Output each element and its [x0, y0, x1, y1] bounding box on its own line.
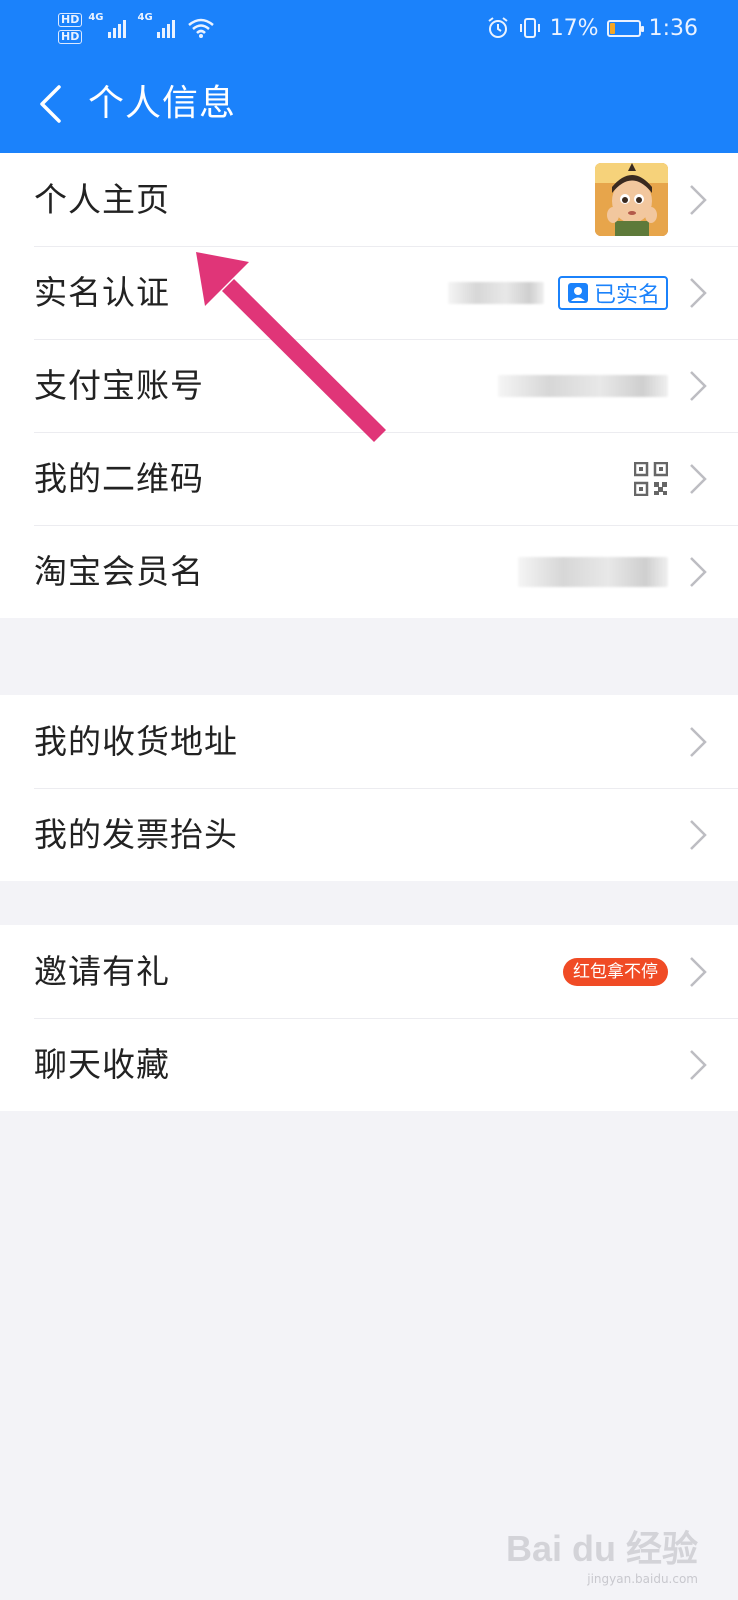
- settings-group-shopping: 我的收货地址 我的发票抬头: [0, 695, 738, 881]
- app-header: HD HD 4G 4G 17% 1:36 个人信息: [0, 0, 738, 153]
- menu-item-real-name[interactable]: 实名认证 已实名: [0, 246, 738, 339]
- menu-item-label: 邀请有礼: [34, 952, 170, 991]
- verified-badge-label: 已实名: [593, 282, 660, 308]
- menu-item-taobao-member-name[interactable]: 淘宝会员名: [0, 525, 738, 618]
- chevron-left-icon: [40, 85, 61, 123]
- chevron-right-icon: [690, 820, 707, 850]
- chevron-right-icon: [690, 557, 707, 587]
- redacted-value: [498, 374, 668, 397]
- menu-item-label: 我的发票抬头: [34, 815, 238, 854]
- avatar: [595, 163, 668, 236]
- chevron-right-icon: [690, 278, 707, 308]
- network-type: 4G: [88, 12, 104, 23]
- verified-user-icon: [567, 282, 588, 303]
- network-type: 4G: [137, 12, 153, 23]
- nav-bar: 个人信息: [0, 66, 738, 142]
- menu-item-label: 实名认证: [34, 273, 170, 312]
- qr-code-icon: [634, 461, 668, 496]
- menu-item-alipay-account[interactable]: 支付宝账号: [0, 339, 738, 432]
- chevron-right-icon: [690, 1050, 707, 1080]
- status-left: HD HD 4G 4G: [58, 10, 215, 46]
- battery-percent: 17%: [549, 15, 599, 41]
- chevron-right-icon: [690, 185, 707, 215]
- menu-item-chat-favorites[interactable]: 聊天收藏: [0, 1018, 738, 1111]
- back-button[interactable]: [30, 80, 70, 128]
- menu-item-shipping-address[interactable]: 我的收货地址: [0, 695, 738, 788]
- menu-item-my-qr-code[interactable]: 我的二维码: [0, 432, 738, 525]
- clock: 1:36: [648, 15, 698, 41]
- battery-level: [609, 22, 615, 34]
- chevron-right-icon: [690, 371, 707, 401]
- wifi-icon: [187, 18, 214, 38]
- chevron-right-icon: [690, 464, 707, 494]
- hd-badge: HD: [58, 29, 83, 44]
- menu-item-label: 我的收货地址: [34, 722, 238, 761]
- menu-item-label: 淘宝会员名: [34, 552, 204, 591]
- baidu-watermark: Bai du 经验 jingyan.baidu.com: [505, 1520, 698, 1586]
- page-title: 个人信息: [88, 83, 237, 124]
- redacted-value: [518, 556, 668, 587]
- redacted-value: [447, 281, 544, 304]
- settings-group-other: 邀请有礼 红包拿不停 聊天收藏: [0, 925, 738, 1111]
- vibrate-icon: [519, 18, 540, 38]
- menu-item-label: 我的二维码: [34, 459, 204, 498]
- menu-item-label: 聊天收藏: [34, 1045, 170, 1084]
- menu-item-label: 支付宝账号: [34, 366, 204, 405]
- menu-item-profile-home[interactable]: 个人主页: [0, 153, 738, 246]
- status-bar: HD HD 4G 4G 17% 1:36: [0, 0, 738, 56]
- chevron-right-icon: [690, 727, 707, 757]
- watermark-url: jingyan.baidu.com: [587, 1572, 698, 1586]
- menu-item-label: 个人主页: [34, 180, 170, 219]
- chevron-right-icon: [690, 957, 707, 987]
- settings-group-profile: 个人主页 实名认证 已实名 支付宝账号 我的二维码 淘宝会员名: [0, 153, 738, 618]
- promo-badge: 红包拿不停: [563, 957, 668, 986]
- status-right: 17% 1:36: [486, 12, 698, 44]
- hd-badge: HD: [58, 12, 83, 27]
- battery-icon: [606, 19, 644, 37]
- menu-item-invoice-title[interactable]: 我的发票抬头: [0, 788, 738, 881]
- signal-icon: [156, 20, 175, 38]
- avatar-image: [595, 163, 668, 236]
- verified-badge: 已实名: [557, 275, 668, 310]
- watermark-logo: Bai du 经验: [505, 1528, 698, 1569]
- menu-item-invite-gift[interactable]: 邀请有礼 红包拿不停: [0, 925, 738, 1018]
- alarm-icon: [488, 17, 508, 38]
- signal-icon: [107, 20, 126, 38]
